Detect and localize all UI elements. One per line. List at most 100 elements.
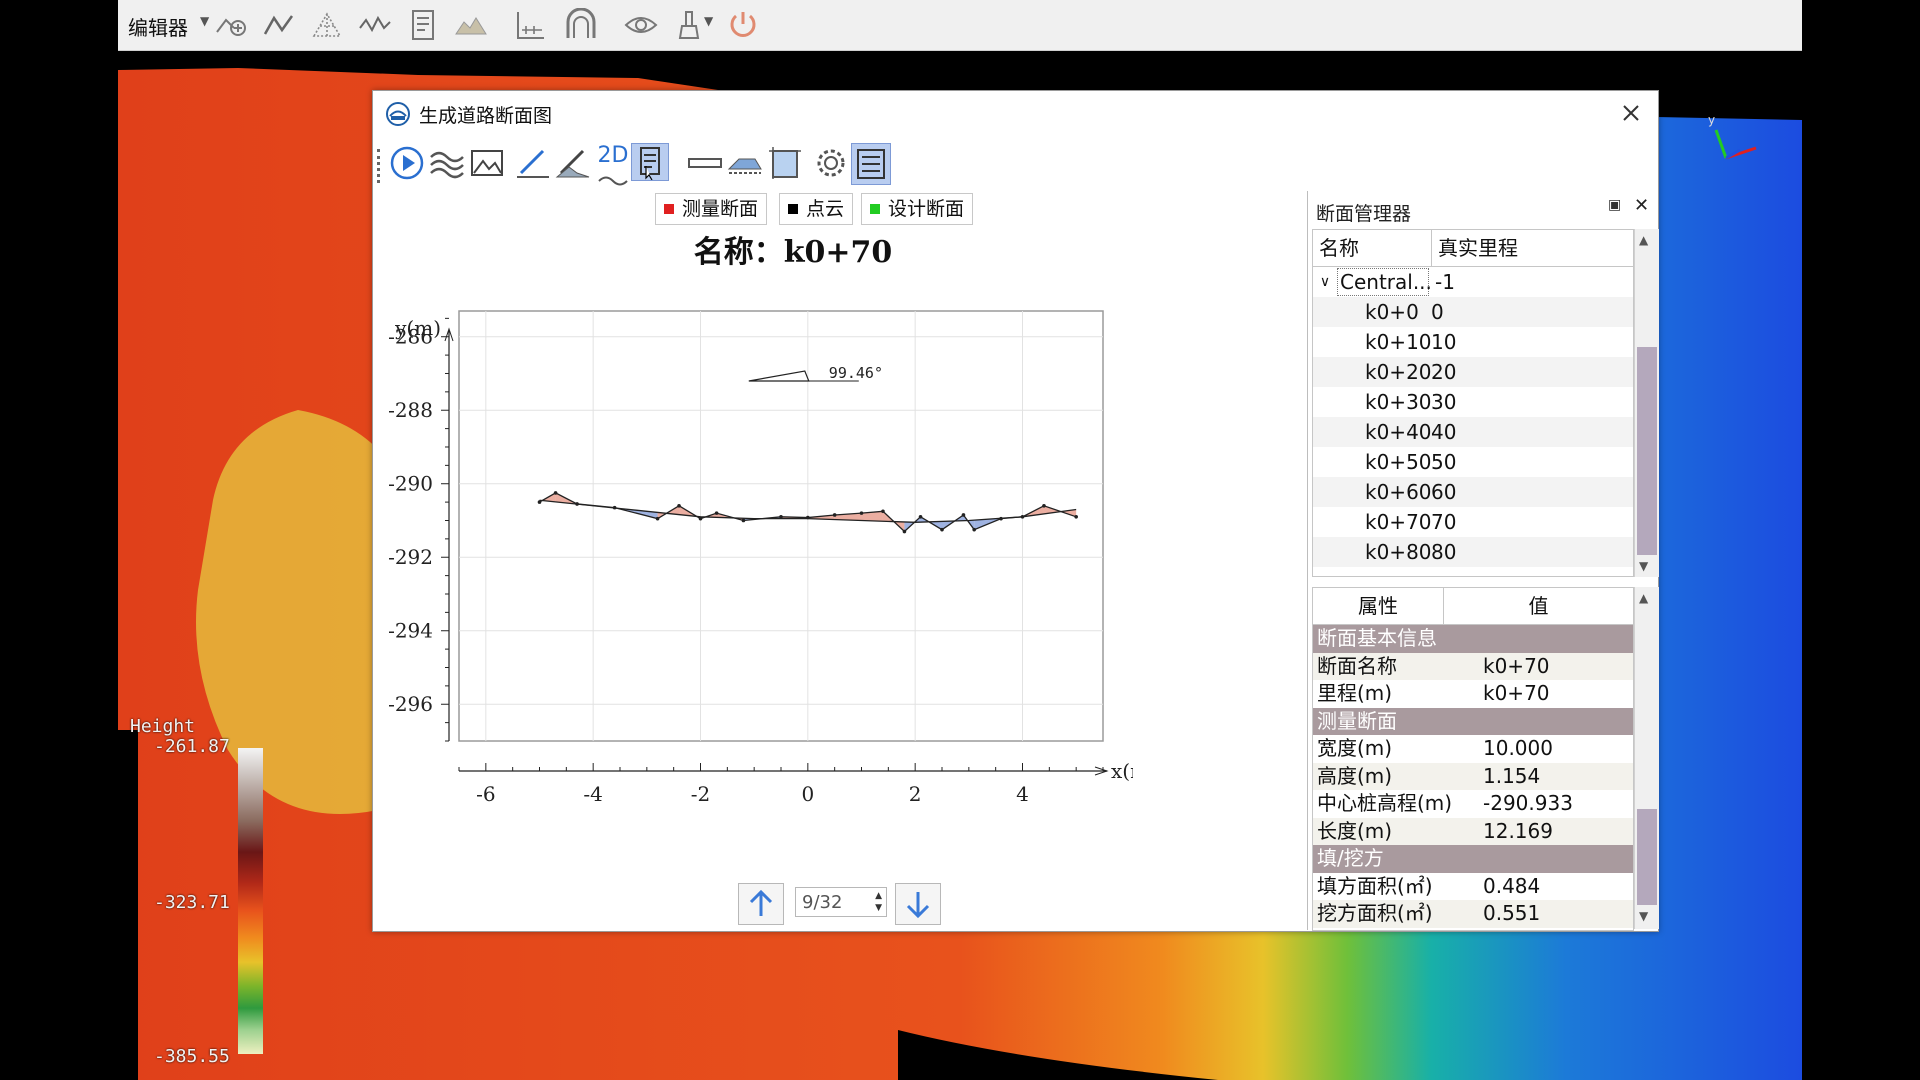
section-row[interactable]: k0+10 10 — [1313, 327, 1633, 357]
scrollbar-thumb[interactable] — [1637, 347, 1657, 555]
section-row-value: 40 — [1431, 420, 1457, 444]
prop-row[interactable]: 挖方面积(㎡) 0.551 — [1313, 900, 1633, 928]
prop-key: 宽度(m) — [1317, 736, 1393, 760]
scroll-up-icon[interactable]: ▲ — [1639, 233, 1648, 247]
section-row-name: k0+70 — [1365, 510, 1432, 534]
red-square-icon — [664, 204, 674, 214]
close-panel-icon[interactable]: ✕ — [1634, 195, 1649, 216]
section-manager-header: 断面管理器 ▣ ✕ — [1308, 195, 1658, 225]
prop-section-basic[interactable]: 断面基本信息 — [1313, 625, 1633, 653]
x-tick-label: 4 — [1016, 782, 1029, 806]
col-property-header[interactable]: 属性 — [1313, 588, 1444, 624]
scrollbar-thumb[interactable] — [1637, 809, 1657, 905]
section-plot[interactable]: -286-288-290-292-294-296y(m)-6-4-2024x(m… — [373, 261, 1133, 881]
frame-icon[interactable] — [765, 143, 805, 183]
editor-menu[interactable]: 编辑器 — [128, 12, 188, 41]
scroll-up-icon[interactable]: ▲ — [1639, 591, 1648, 605]
section-row[interactable]: k0+0 0 — [1313, 297, 1633, 327]
eye-icon[interactable] — [624, 8, 658, 42]
x-tick-label: 2 — [909, 782, 922, 806]
restore-window-icon[interactable]: ▣ — [1608, 197, 1621, 213]
pencil-icon[interactable] — [513, 143, 553, 183]
survey-point — [972, 527, 976, 532]
legend-pointcloud[interactable]: 点云 — [779, 193, 854, 225]
toolbar-grip[interactable] — [377, 149, 383, 183]
power-icon[interactable] — [726, 8, 760, 42]
legend-survey-section[interactable]: 测量断面 — [655, 193, 768, 225]
section-row[interactable]: k0+50 50 — [1313, 447, 1633, 477]
document-icon[interactable] — [406, 8, 440, 42]
section-page-spinner[interactable]: 9/32 ▲ ▼ — [795, 887, 887, 917]
chevron-down-icon[interactable]: ▼ — [704, 14, 713, 28]
prop-key: 断面名称 — [1317, 653, 1397, 678]
section-row[interactable]: k0+70 70 — [1313, 507, 1633, 537]
prop-row[interactable]: 高度(m) 1.154 — [1313, 762, 1633, 790]
x-tick-label: 0 — [801, 782, 814, 806]
image-icon[interactable] — [467, 143, 507, 183]
slope-icon[interactable] — [725, 143, 765, 183]
tin-icon[interactable] — [310, 8, 344, 42]
pencil-area-icon[interactable] — [553, 143, 593, 183]
spinner-arrows-icon[interactable]: ▲ ▼ — [875, 890, 882, 914]
y-axis-label: y(m) — [394, 316, 441, 340]
section-row[interactable]: k0+40 40 — [1313, 417, 1633, 447]
section-manager-title: 断面管理器 — [1316, 203, 1412, 225]
polyline-icon[interactable] — [262, 8, 296, 42]
tree-root-row[interactable]: ∨ Central... -1 — [1313, 267, 1633, 297]
chevron-down-icon[interactable]: ∨ — [1313, 267, 1337, 297]
waves-icon[interactable] — [427, 143, 467, 183]
tunnel-icon[interactable] — [564, 8, 598, 42]
prop-row[interactable]: 宽度(m) 10.000 — [1313, 735, 1633, 763]
prop-section-cutfill[interactable]: 填/挖方 — [1313, 845, 1633, 873]
x-axis-label: x(m) — [1111, 759, 1133, 783]
prop-section-survey[interactable]: 测量断面 — [1313, 707, 1633, 735]
prop-row[interactable]: 长度(m) 12.169 — [1313, 817, 1633, 845]
brush-icon[interactable] — [672, 8, 706, 42]
col-name-header[interactable]: 名称 — [1313, 230, 1432, 266]
play-icon[interactable] — [387, 143, 427, 183]
scroll-down-icon[interactable]: ▼ — [1639, 559, 1648, 573]
survey-point — [918, 515, 923, 519]
section-list-scrollbar[interactable]: ▲ ▼ — [1634, 229, 1659, 577]
section-row[interactable]: k0+80 80 — [1313, 537, 1633, 567]
terrain-icon[interactable] — [454, 8, 488, 42]
list-icon[interactable] — [851, 143, 891, 185]
section-row[interactable]: k0+20 20 — [1313, 357, 1633, 387]
prop-section-label: 填/挖方 — [1317, 846, 1384, 870]
report-icon[interactable] — [631, 143, 669, 181]
prop-row[interactable]: 中心桩高程(m) -290.933 — [1313, 790, 1633, 818]
survey-point — [779, 515, 783, 519]
prop-row[interactable]: 断面名称 k0+70 — [1313, 652, 1633, 680]
section-row-value: 60 — [1431, 480, 1457, 504]
measure-icon[interactable] — [514, 8, 548, 42]
2d-view-button[interactable]: 2D — [593, 143, 633, 186]
next-section-button[interactable] — [895, 883, 941, 925]
section-list-header: 名称 真实里程 — [1313, 230, 1633, 267]
close-icon[interactable] — [1615, 97, 1647, 129]
add-vertex-icon[interactable] — [214, 8, 248, 42]
section-row[interactable]: k0+60 60 — [1313, 477, 1633, 507]
scroll-down-icon[interactable]: ▼ — [1639, 909, 1648, 923]
previous-section-button[interactable] — [738, 883, 784, 925]
prop-row[interactable]: 里程(m) k0+70 — [1313, 680, 1633, 708]
tree-root-value: -1 — [1435, 270, 1455, 294]
survey-point — [698, 516, 703, 521]
prop-value: 1.154 — [1483, 763, 1541, 788]
slope-annotation: 99.46° — [829, 364, 883, 382]
col-value-header[interactable]: 值 — [1444, 588, 1633, 624]
settings-icon[interactable] — [811, 143, 851, 183]
prop-row[interactable]: 填方面积(㎡) 0.484 — [1313, 873, 1633, 901]
profile-line-icon[interactable] — [358, 8, 392, 42]
section-row-value: 30 — [1431, 390, 1457, 414]
section-row[interactable]: k0+30 30 — [1313, 387, 1633, 417]
legend-design-section[interactable]: 设计断面 — [861, 193, 974, 225]
legend-label: 设计断面 — [888, 198, 965, 220]
height-legend-title: Height — [130, 716, 196, 737]
chevron-down-icon[interactable]: ▼ — [200, 14, 209, 28]
properties-scrollbar[interactable]: ▲ ▼ — [1634, 587, 1659, 929]
survey-point — [940, 527, 944, 532]
col-mileage-header[interactable]: 真实里程 — [1432, 230, 1633, 266]
section-row-name: k0+80 — [1365, 540, 1432, 564]
survey-point — [902, 529, 907, 534]
ruler-icon[interactable] — [685, 143, 725, 183]
